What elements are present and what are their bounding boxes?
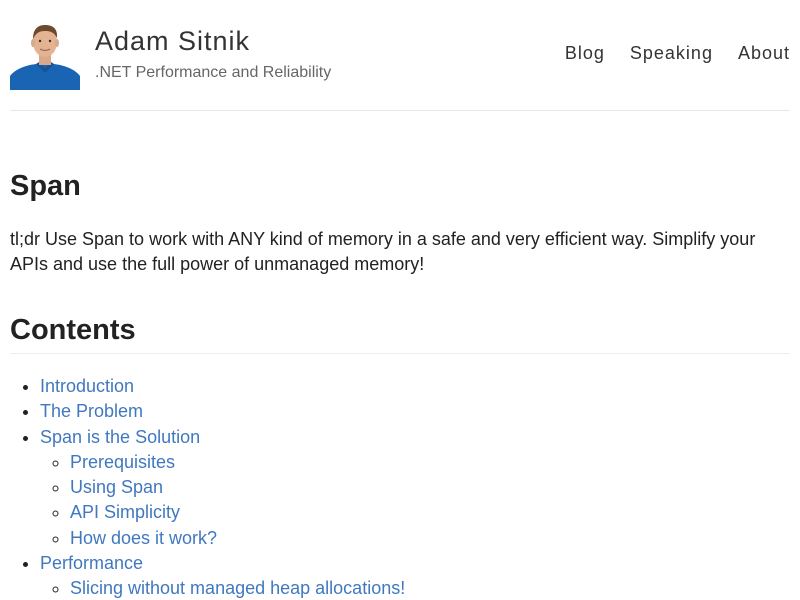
nav-blog[interactable]: Blog [565, 43, 605, 64]
contents-heading: Contents [10, 314, 790, 354]
main-nav: Blog Speaking About [565, 43, 790, 64]
toc-sublist: Slicing without managed heap allocations… [40, 576, 405, 600]
table-of-contents: Introduction The Problem Span is the Sol… [10, 374, 405, 600]
toc-item: Performance Slicing without managed heap… [40, 551, 405, 600]
page: Adam Sitnik .NET Performance and Reliabi… [0, 0, 800, 600]
toc-item: Span is the Solution Prerequisites Using… [40, 425, 405, 551]
toc-sublist: Prerequisites Using Span API Simplicity … [40, 450, 405, 551]
toc-item: Introduction [40, 374, 405, 399]
author-avatar[interactable] [10, 24, 80, 90]
toc-link-how-does-it-work[interactable]: How does it work? [70, 528, 217, 548]
toc-subitem: Slicing without managed heap allocations… [70, 576, 405, 600]
toc-item: The Problem [40, 399, 405, 424]
toc-subitem: API Simplicity [70, 500, 405, 525]
toc-link-using-span[interactable]: Using Span [70, 477, 163, 497]
site-title-link[interactable]: Adam Sitnik [95, 26, 250, 57]
toc-link-introduction[interactable]: Introduction [40, 376, 134, 396]
nav-speaking[interactable]: Speaking [630, 43, 713, 64]
toc-link-span-is-the-solution[interactable]: Span is the Solution [40, 427, 200, 447]
toc-subitem: Prerequisites [70, 450, 405, 475]
toc-link-prerequisites[interactable]: Prerequisites [70, 452, 175, 472]
toc-link-slicing[interactable]: Slicing without managed heap allocations… [70, 578, 405, 598]
author-photo [10, 24, 80, 90]
nav-about[interactable]: About [738, 43, 790, 64]
toc-link-api-simplicity[interactable]: API Simplicity [70, 502, 180, 522]
toc-link-performance[interactable]: Performance [40, 553, 143, 573]
site-subtitle: .NET Performance and Reliability [95, 64, 332, 81]
toc-link-the-problem[interactable]: The Problem [40, 401, 143, 421]
post-tldr: tl;dr Use Span to work with ANY kind of … [10, 229, 756, 274]
toc-subitem: Using Span [70, 475, 405, 500]
toc-subitem: How does it work? [70, 526, 405, 551]
site-header: Adam Sitnik .NET Performance and Reliabi… [10, 0, 790, 111]
post-title: Span [10, 170, 81, 202]
